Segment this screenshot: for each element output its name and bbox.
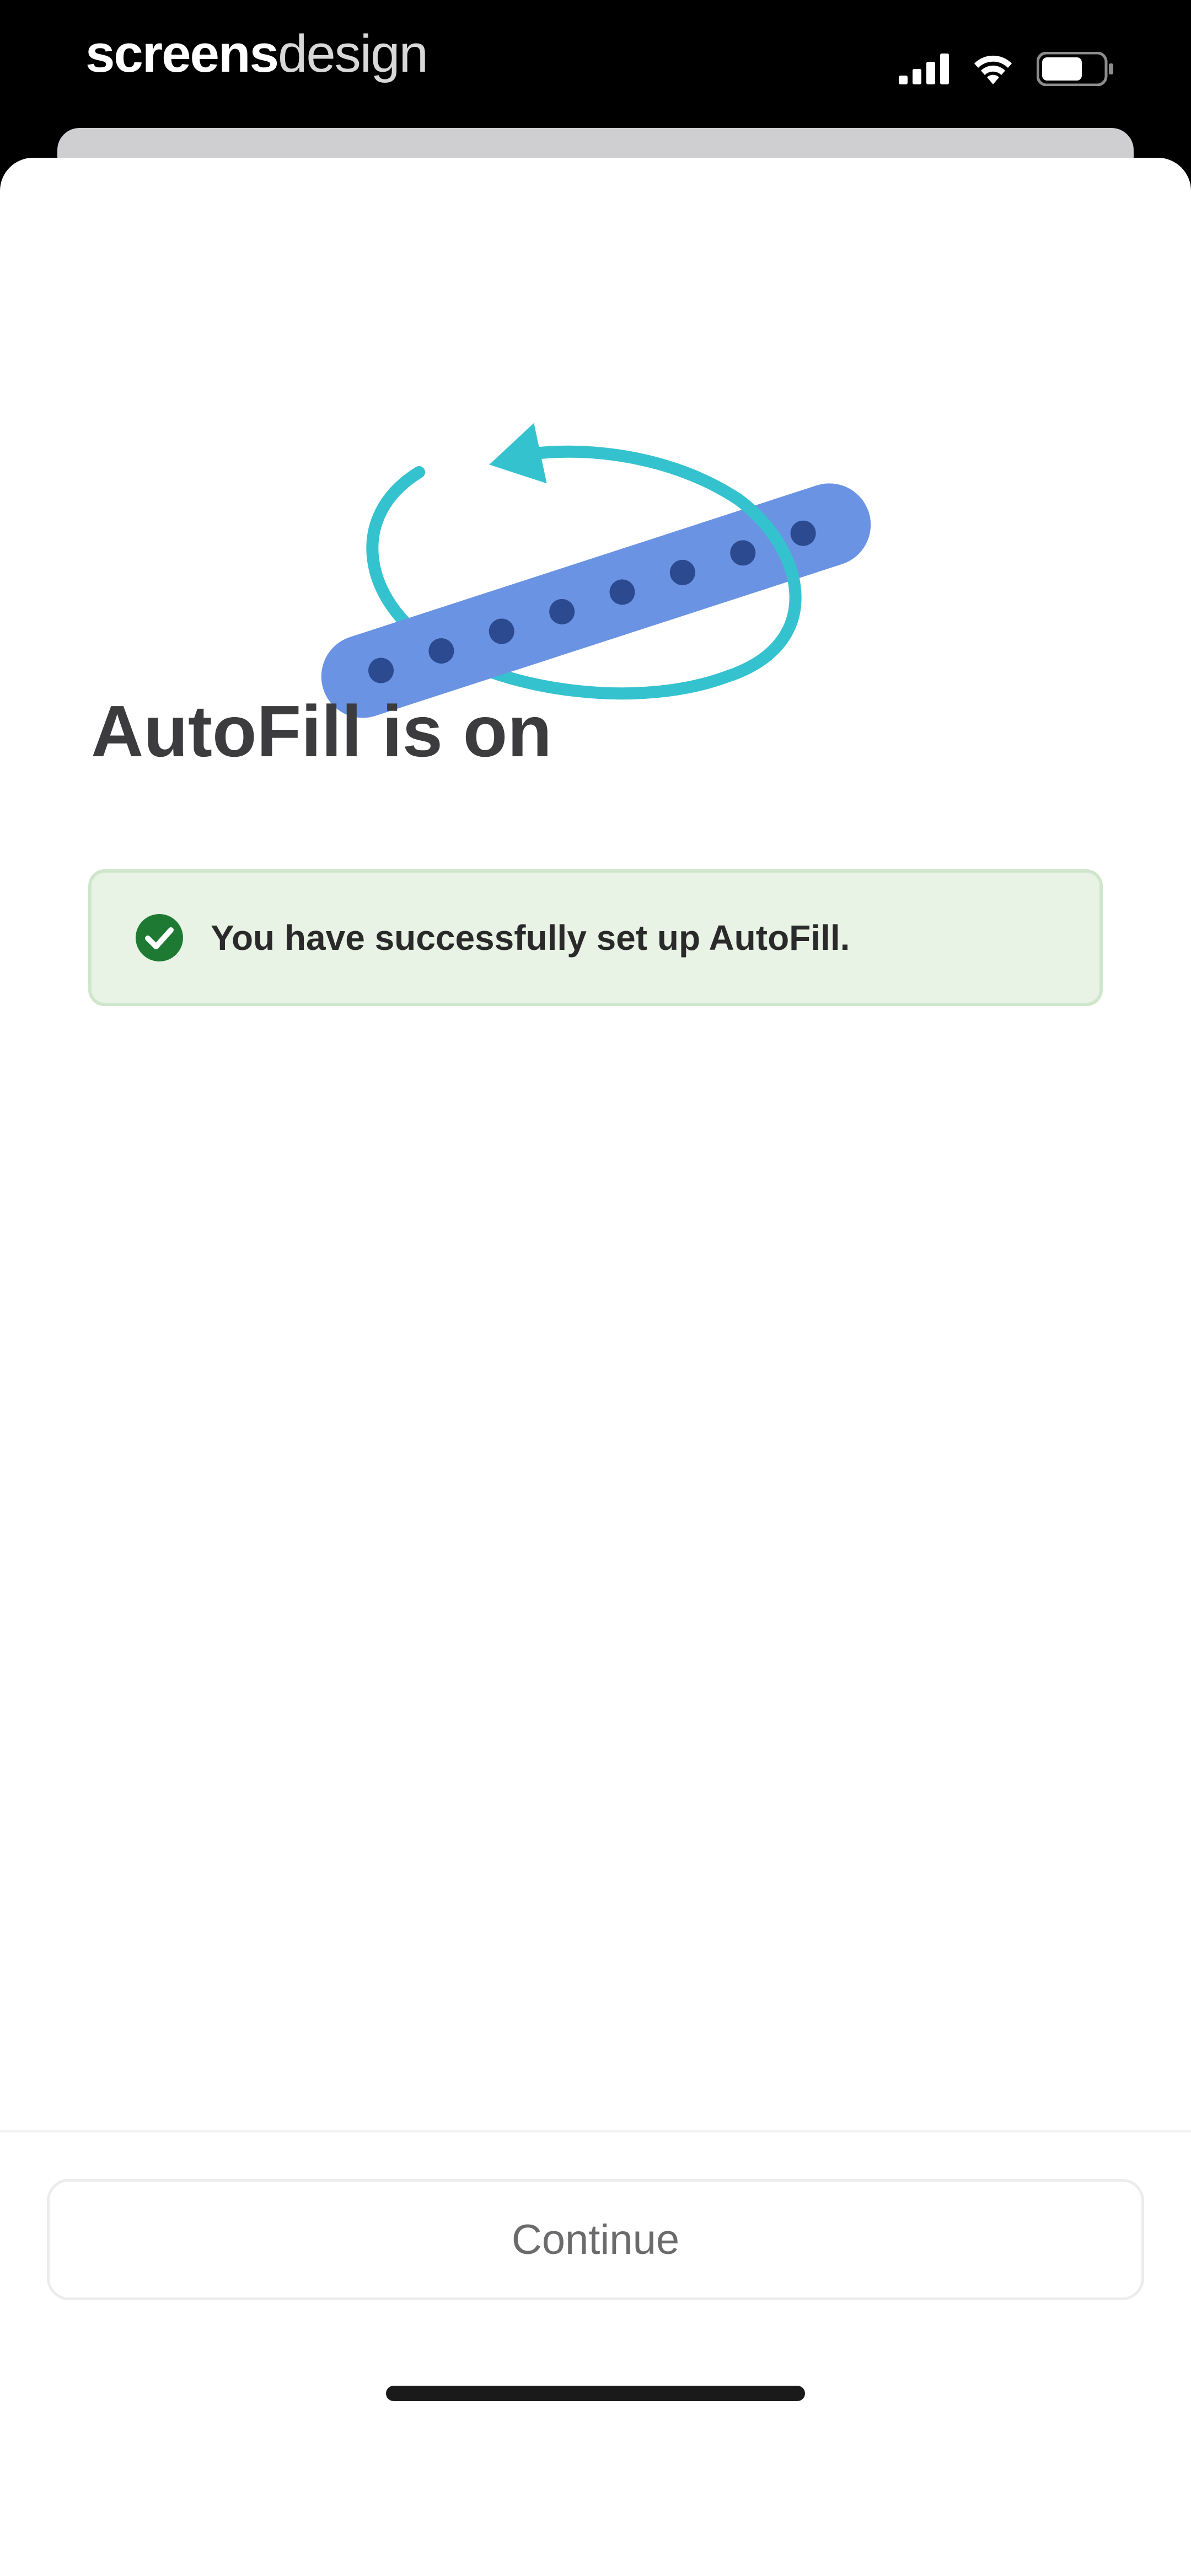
battery-icon (1037, 52, 1113, 86)
cellular-signal-icon (899, 54, 949, 84)
home-indicator (386, 2386, 805, 2401)
wifi-icon (974, 55, 1012, 84)
success-message: You have successfully set up AutoFill. (211, 918, 850, 958)
autofill-sheet: AutoFill is on You have successfully set… (0, 158, 1191, 2576)
check-circle-icon (136, 914, 183, 961)
page-title: AutoFill is on (91, 691, 552, 772)
screen: screensdesign AutoFill is on You have su… (0, 0, 1191, 2576)
status-bar: screensdesign (0, 0, 1191, 127)
status-icons (899, 50, 1114, 88)
continue-button[interactable]: Continue (47, 2179, 1144, 2300)
brand-watermark: screensdesign (85, 21, 428, 87)
success-banner: You have successfully set up AutoFill. (88, 869, 1103, 1006)
brand-part1: screens (85, 24, 279, 83)
brand-part2: design (277, 24, 428, 83)
footer-divider (0, 2130, 1191, 2133)
